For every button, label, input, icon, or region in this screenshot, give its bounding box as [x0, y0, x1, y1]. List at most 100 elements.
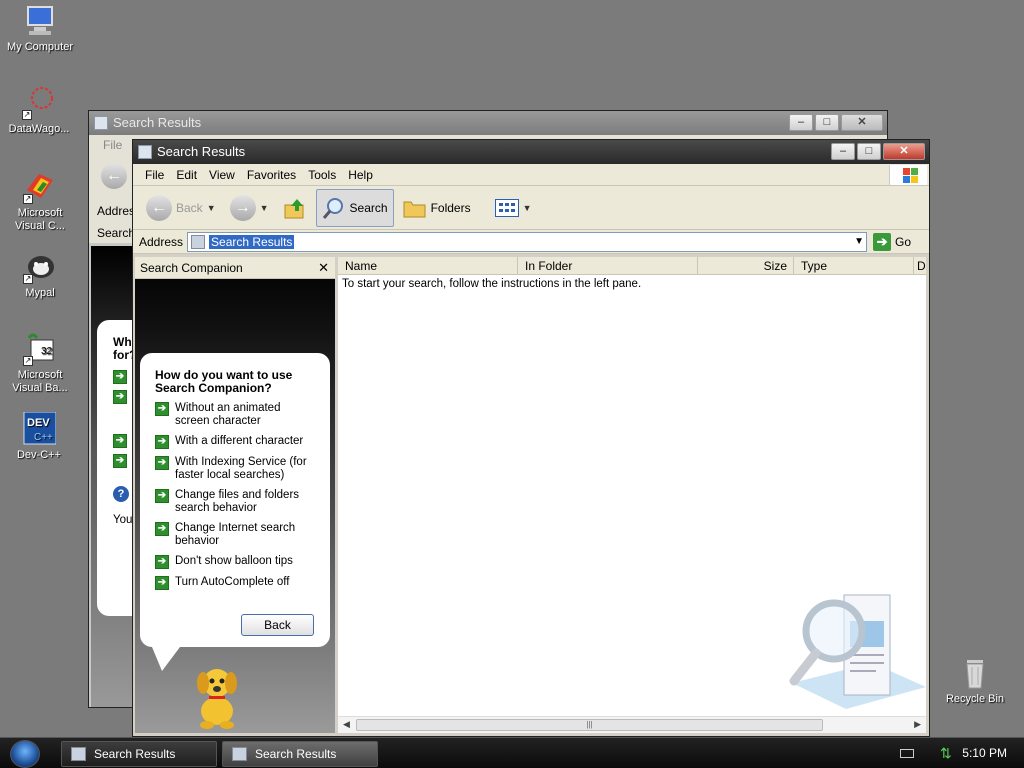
start-button-icon[interactable]: [10, 740, 40, 768]
balloon-option-label: With Indexing Service (for faster local …: [175, 456, 307, 481]
column-size[interactable]: Size: [698, 257, 794, 274]
green-arrow-icon: ➔: [155, 576, 169, 590]
menu-tools[interactable]: Tools: [302, 168, 342, 182]
chevron-down-icon[interactable]: ▼: [260, 203, 269, 213]
search-companion-pane: Search Companion ✕ How do you want to us…: [135, 257, 335, 733]
taskbar: Search Results Search Results ⇅ 5:10 PM: [0, 737, 1024, 768]
column-date[interactable]: D: [914, 257, 926, 274]
minimize-button[interactable]: –: [789, 114, 813, 131]
folders-button[interactable]: Folders: [398, 189, 476, 227]
menu-help[interactable]: Help: [342, 168, 379, 182]
search-document-magnifier-icon: [786, 591, 926, 709]
scrollbar-thumb[interactable]: |||: [356, 719, 823, 731]
minimize-button[interactable]: –: [831, 143, 855, 160]
maximize-button[interactable]: □: [815, 114, 839, 131]
scroll-right-icon[interactable]: ▶: [914, 719, 921, 730]
search-dog-character-icon[interactable]: [187, 661, 247, 731]
balloon-option-label: Change files and folders search behavior: [175, 489, 300, 514]
back-arrow-icon[interactable]: ←: [101, 163, 127, 189]
menu-edit[interactable]: Edit: [170, 168, 203, 182]
devcpp-icon: DEV C++: [22, 411, 57, 446]
green-arrow-icon[interactable]: ➔: [113, 390, 127, 404]
up-folder-button[interactable]: [278, 189, 312, 227]
desktop-icon-visual-basic[interactable]: 32 ↗ Microsoft Visual Ba...: [1, 332, 79, 395]
back-window-titlebar[interactable]: Search Results – □ ✕: [89, 111, 887, 135]
desktop-icon-datawagon[interactable]: ↗ DataWago...: [0, 86, 78, 136]
taskbar-button[interactable]: Search Results: [61, 741, 217, 767]
maximize-button[interactable]: □: [857, 143, 881, 160]
back-menu-file[interactable]: File: [103, 138, 122, 152]
desktop-icon-mypal[interactable]: ↗ Mypal: [1, 250, 79, 300]
balloon-option[interactable]: ➔ With a different character: [155, 435, 316, 449]
desktop-icon-recycle-bin[interactable]: Recycle Bin: [936, 656, 1014, 706]
svg-text:32: 32: [41, 346, 53, 357]
column-in-folder[interactable]: In Folder: [518, 257, 698, 274]
shortcut-arrow-icon: ↗: [23, 194, 33, 204]
search-icon: [322, 196, 346, 220]
green-arrow-icon: ➔: [155, 456, 169, 470]
clock[interactable]: 5:10 PM: [962, 746, 1007, 760]
up-folder-icon: [283, 197, 307, 219]
green-arrow-icon[interactable]: ➔: [113, 454, 127, 468]
desktop-icon-visual-cpp[interactable]: ↗ Microsoft Visual C...: [1, 170, 79, 233]
back-arrow-icon: ←: [146, 194, 172, 221]
forward-button[interactable]: → ▼: [225, 189, 274, 227]
column-name[interactable]: Name: [338, 257, 518, 274]
search-window-icon: [71, 747, 86, 761]
balloon-option[interactable]: ➔ Don't show balloon tips: [155, 555, 316, 569]
window-titlebar[interactable]: Search Results – □ ✕: [133, 140, 929, 164]
desktop-icon-label: Recycle Bin: [945, 693, 1005, 705]
desktop-icon-label: DataWago...: [8, 123, 70, 135]
chevron-down-icon[interactable]: ▼: [207, 203, 216, 213]
search-folder-icon: [191, 234, 206, 249]
search-button[interactable]: Search: [315, 188, 394, 227]
balloon-option[interactable]: ➔ Turn AutoComplete off: [155, 576, 316, 590]
green-arrow-icon: ➔: [155, 402, 169, 416]
balloon-back-button[interactable]: Back: [241, 614, 314, 636]
search-companion-header: Search Companion ✕: [135, 257, 335, 279]
balloon-option[interactable]: ➔ Change Internet search behavior: [155, 522, 316, 548]
close-button[interactable]: ✕: [841, 114, 883, 131]
back-button[interactable]: ← Back ▼: [141, 189, 221, 227]
balloon-option[interactable]: ➔ Without an animated screen character: [155, 402, 316, 428]
back-button-label: Back: [176, 200, 203, 215]
shortcut-arrow-icon: ↗: [22, 110, 32, 120]
scroll-left-icon[interactable]: ◀: [343, 719, 350, 730]
balloon-option[interactable]: ➔ With Indexing Service (for faster loca…: [155, 456, 316, 482]
toolbar: ← Back ▼ → ▼ Search Folders ▼: [133, 186, 929, 230]
search-results-window[interactable]: Search Results – □ ✕ File Edit View Favo…: [132, 139, 930, 737]
menu-file[interactable]: File: [139, 168, 170, 182]
views-icon: [494, 198, 519, 217]
column-type[interactable]: Type: [794, 257, 914, 274]
desktop-icon-label: Dev-C++: [16, 449, 62, 461]
views-button[interactable]: ▼: [490, 189, 537, 227]
desktop-icon-my-computer[interactable]: My Computer: [1, 4, 79, 54]
balloon-option[interactable]: ➔ Change files and folders search behavi…: [155, 489, 316, 515]
balloon-option-label: Without an animated screen character: [175, 402, 281, 427]
chevron-down-icon[interactable]: ▼: [523, 203, 532, 213]
address-value: Search Results: [209, 234, 295, 249]
results-pane: Name In Folder Size Type D To start your…: [338, 257, 926, 733]
shortcut-arrow-icon: ↗: [23, 356, 33, 366]
taskbar-button[interactable]: Search Results: [222, 741, 378, 767]
horizontal-scrollbar[interactable]: ◀ ||| ▶: [338, 716, 926, 733]
keyboard-icon[interactable]: [900, 749, 914, 758]
green-arrow-icon: ➔: [155, 489, 169, 503]
green-arrow-icon[interactable]: ➔: [113, 370, 127, 384]
green-arrow-icon[interactable]: ➔: [113, 434, 127, 448]
system-tray: ⇅ 5:10 PM: [894, 738, 1024, 768]
menu-favorites[interactable]: Favorites: [241, 168, 302, 182]
desktop-icon-devcpp[interactable]: DEV C++ Dev-C++: [0, 411, 78, 462]
go-button[interactable]: ➔ Go: [873, 232, 911, 251]
green-arrow-icon: ➔: [155, 435, 169, 449]
network-icon[interactable]: ⇅: [940, 745, 952, 762]
address-label: Address: [139, 234, 184, 249]
close-button[interactable]: ✕: [883, 143, 925, 160]
close-icon[interactable]: ✕: [318, 257, 329, 279]
desktop-icon-label: Microsoft Visual C...: [15, 207, 65, 232]
address-input[interactable]: Search Results ▼: [187, 231, 868, 252]
menu-view[interactable]: View: [203, 168, 241, 182]
search-companion-title: Search Companion: [140, 261, 243, 275]
chevron-down-icon[interactable]: ▼: [854, 236, 864, 247]
help-icon[interactable]: ?: [113, 486, 129, 502]
